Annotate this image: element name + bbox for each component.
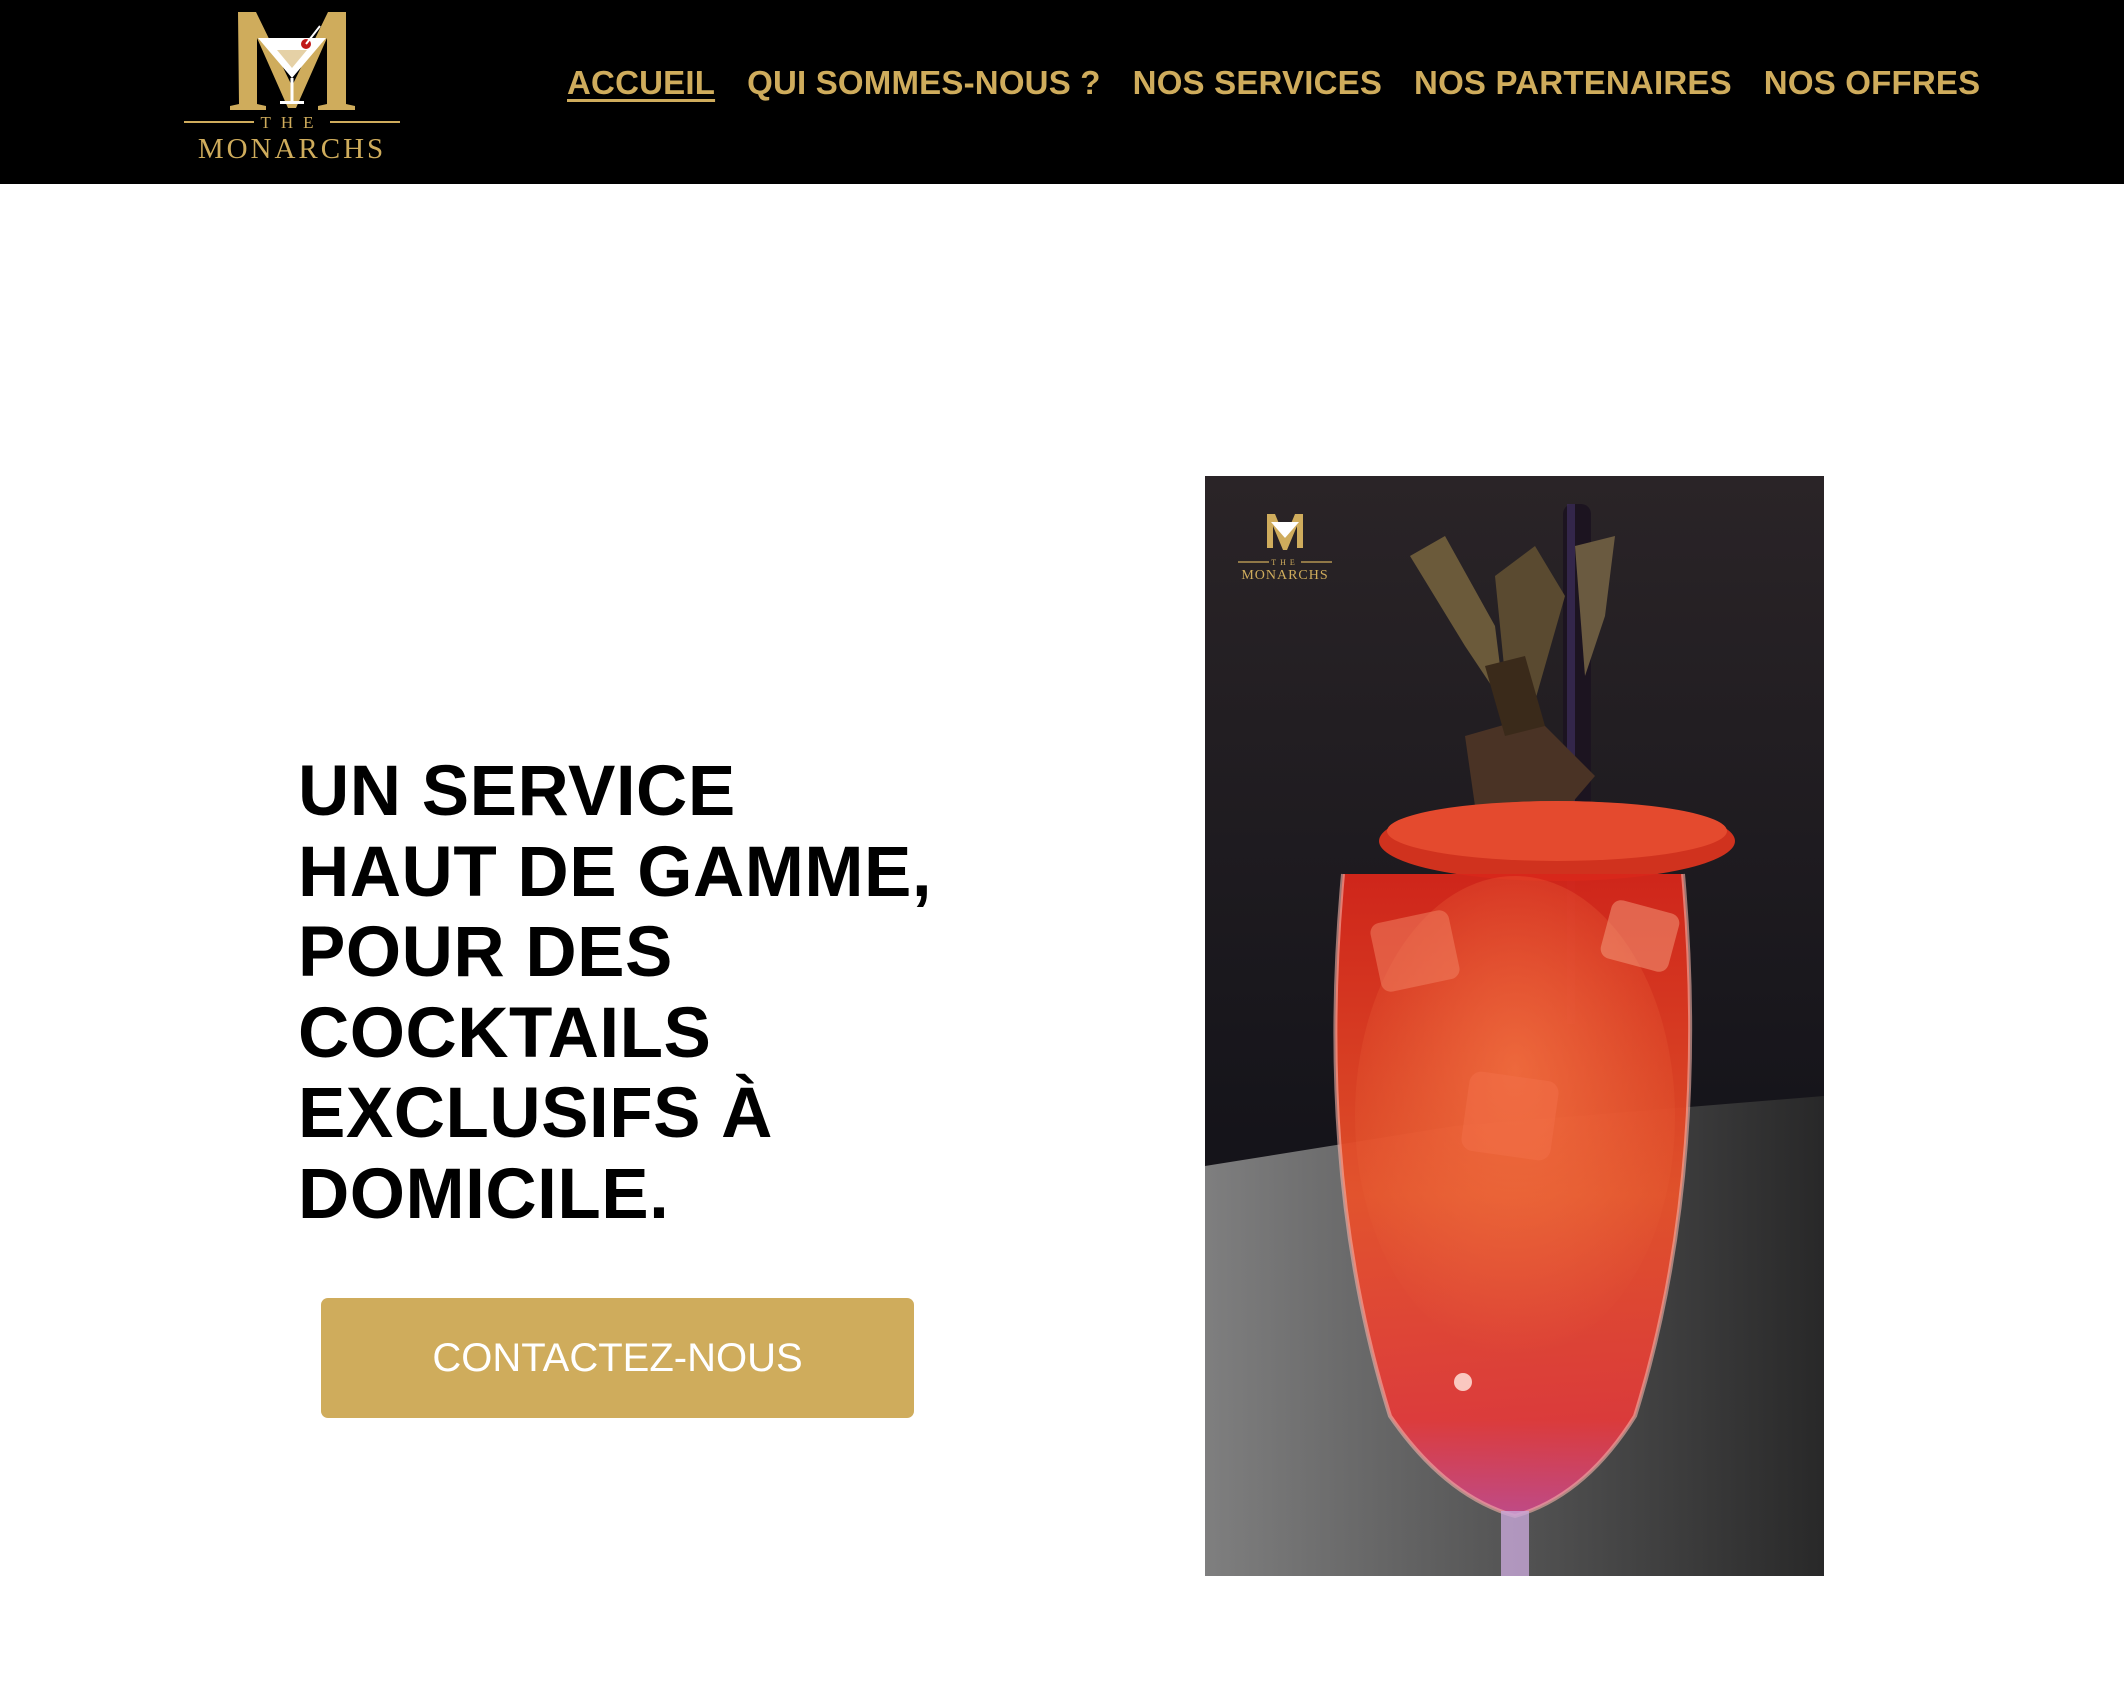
nav-item-nos-services[interactable]: NOS SERVICES — [1133, 64, 1382, 102]
logo-small-text: THE — [260, 113, 323, 132]
hero-headline: UN SERVICE HAUT DE GAMME, POUR DES COCKT… — [298, 752, 1018, 1235]
site-header: THE MONARCHS ACCUEIL QUI SOMMES-NOUS ? N… — [0, 0, 2124, 184]
nav-item-qui-sommes-nous[interactable]: QUI SOMMES-NOUS ? — [747, 64, 1101, 102]
logo-name: MONARCHS — [198, 133, 386, 165]
nav-item-accueil[interactable]: ACCUEIL — [567, 64, 715, 102]
headline-line: EXCLUSIFS À — [298, 1074, 773, 1153]
headline-line: UN SERVICE — [298, 752, 736, 831]
headline-line: COCKTAILS — [298, 993, 712, 1073]
headline-line: POUR DES — [298, 913, 673, 992]
watermark-name: MONARCHS — [1241, 568, 1328, 583]
site-logo[interactable]: THE MONARCHS — [180, 8, 405, 173]
contact-button[interactable]: CONTACTEZ-NOUS — [321, 1298, 914, 1418]
nav-item-nos-partenaires[interactable]: NOS PARTENAIRES — [1414, 64, 1732, 102]
main-nav: ACCUEIL QUI SOMMES-NOUS ? NOS SERVICES N… — [567, 64, 1980, 102]
logo-mark: THE MONARCHS — [184, 12, 400, 165]
headline-line: DOMICILE. — [298, 1154, 670, 1234]
watermark-small-text: THE — [1271, 558, 1299, 567]
nav-item-nos-offres[interactable]: NOS OFFRES — [1764, 64, 1981, 102]
cocktail-image: THE MONARCHS — [1205, 476, 1824, 1576]
cocktail-photo: THE MONARCHS — [1205, 476, 1824, 1576]
headline-line: HAUT DE GAMME, — [298, 832, 933, 912]
